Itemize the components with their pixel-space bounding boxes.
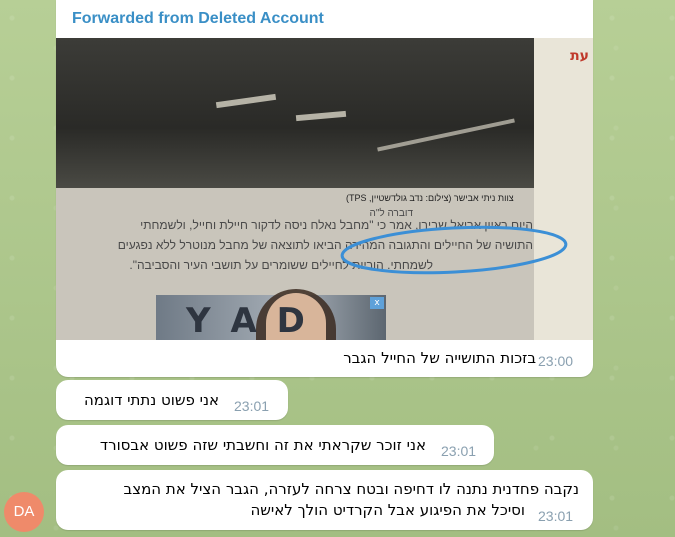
photo-advert: Y A D x — [156, 289, 386, 340]
message-text: נקבה פחדנית נתנה לו דחיפה ובטח צרחה לעזר… — [123, 480, 579, 498]
text-message[interactable]: אני פשוט נתתי דוגמה 23:01 — [56, 380, 288, 420]
side-column-title: עת — [570, 48, 589, 64]
message-time: 23:00 — [538, 353, 574, 369]
ad-letters: Y A D — [186, 301, 309, 340]
photo-side-column: עת — [534, 38, 593, 340]
forwarded-from-label[interactable]: Forwarded from Deleted Account — [72, 10, 324, 28]
text-message[interactable]: אני זוכר שקראתי את זה וחשבתי שזה פשוט אב… — [56, 425, 494, 465]
ad-close-icon: x — [370, 297, 384, 309]
message-text: אני פשוט נתתי דוגמה — [83, 391, 219, 409]
highlight-circle — [340, 225, 568, 275]
message-time: 23:01 — [538, 508, 574, 524]
message-time: 23:01 — [441, 443, 477, 459]
forwarded-photo[interactable]: עת צוות ניתי אבישר (צילום: נדב גולדשטיין… — [56, 38, 593, 340]
photo-caption: צוות ניתי אבישר (צילום: נדב גולדשטיין, T… — [346, 193, 514, 203]
message-text: אני זוכר שקראתי את זה וחשבתי שזה פשוט אב… — [99, 436, 426, 454]
photo-street-scene — [56, 38, 536, 188]
message-text: וסיכל את הפיגוע אבל הקרדיט הולך לאישה — [250, 501, 525, 519]
sender-avatar[interactable]: DA — [4, 492, 44, 532]
text-message[interactable]: נקבה פחדנית נתנה לו דחיפה ובטח צרחה לעזר… — [56, 470, 593, 530]
message-time: 23:01 — [234, 398, 270, 414]
forwarded-photo-message[interactable]: Forwarded from Deleted Account עת צוות נ… — [56, 0, 593, 377]
message-text: בזכות התושייה של החייל הגבר — [343, 349, 536, 367]
